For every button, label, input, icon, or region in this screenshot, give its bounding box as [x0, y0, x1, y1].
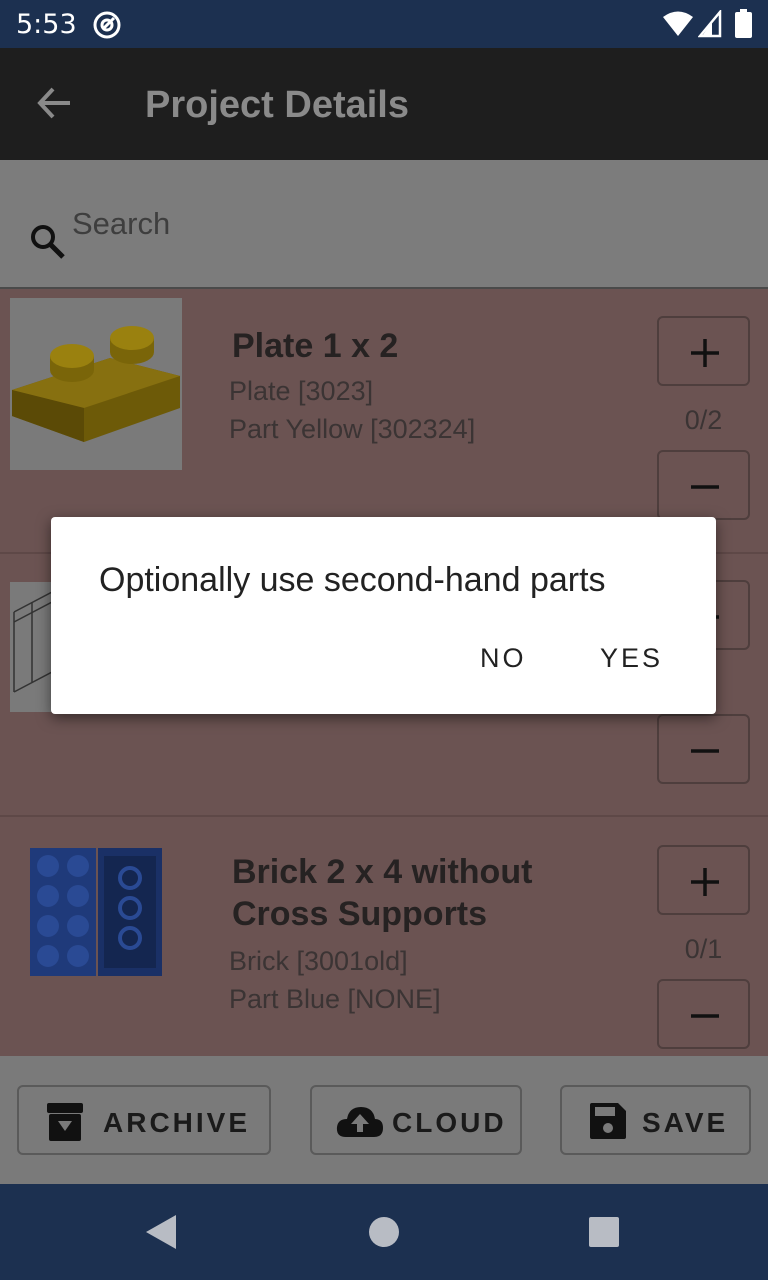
part-title: Brick 2 x 4 without Cross Supports	[232, 853, 533, 933]
part-count: 0/1	[684, 934, 723, 964]
increment-button[interactable]	[657, 845, 750, 915]
part-category: Brick [3001old]	[229, 946, 408, 976]
part-count: 0/2	[684, 405, 723, 435]
part-color: Part Blue [NONE]	[229, 984, 441, 1014]
decrement-button[interactable]	[657, 979, 750, 1049]
wifi-icon	[663, 11, 693, 36]
status-bar: 5:53	[0, 0, 768, 48]
app-bar: Project Details	[0, 48, 768, 160]
part-color: Part Yellow [302324]	[229, 414, 476, 444]
part-image	[10, 582, 53, 712]
battery-icon	[735, 9, 752, 38]
signal-icon	[698, 10, 722, 38]
archive-label: ARCHIVE	[103, 1107, 251, 1138]
save-disk-icon	[590, 1103, 626, 1139]
part-title: Plate 1 x 2	[232, 327, 399, 365]
dialog-no-button[interactable]: NO	[480, 643, 527, 674]
recents-square-icon[interactable]	[589, 1217, 619, 1247]
system-nav-bar	[0, 1184, 768, 1280]
save-button[interactable]: SAVE	[560, 1085, 751, 1155]
at-sign-icon	[93, 11, 121, 39]
confirm-dialog: Optionally use second-hand parts NO YES	[51, 517, 716, 714]
decrement-button[interactable]	[657, 714, 750, 784]
part-image	[30, 848, 162, 978]
increment-button[interactable]	[657, 316, 750, 386]
part-category: Plate [3023]	[229, 376, 374, 406]
home-circle-icon[interactable]	[369, 1217, 399, 1247]
save-label: SAVE	[642, 1107, 729, 1138]
archive-button[interactable]: ARCHIVE	[17, 1085, 271, 1155]
search-bar	[0, 160, 768, 289]
cloud-button[interactable]: CLOUD	[310, 1085, 522, 1155]
arrow-left-icon[interactable]	[36, 84, 74, 122]
minus-icon	[691, 1014, 719, 1018]
cloud-label: CLOUD	[392, 1107, 507, 1138]
search-icon	[31, 225, 65, 259]
page-title: Project Details	[145, 84, 409, 126]
list-item[interactable]: Brick 2 x 4 without Cross Supports Brick…	[0, 815, 768, 1056]
back-triangle-icon[interactable]	[146, 1215, 176, 1249]
dialog-yes-button[interactable]: YES	[600, 643, 663, 674]
dialog-message: Optionally use second-hand parts	[99, 561, 606, 599]
list-item[interactable]: Plate 1 x 2 Plate [3023] Part Yellow [30…	[0, 289, 768, 554]
minus-icon	[691, 485, 719, 489]
decrement-button[interactable]	[657, 450, 750, 520]
search-input[interactable]	[72, 202, 632, 246]
cloud-upload-icon	[336, 1107, 383, 1137]
archive-icon	[47, 1103, 83, 1141]
part-image	[10, 298, 182, 470]
plus-icon	[691, 868, 719, 896]
status-time: 5:53	[16, 9, 77, 40]
minus-icon	[691, 749, 719, 753]
plus-icon	[691, 339, 719, 367]
